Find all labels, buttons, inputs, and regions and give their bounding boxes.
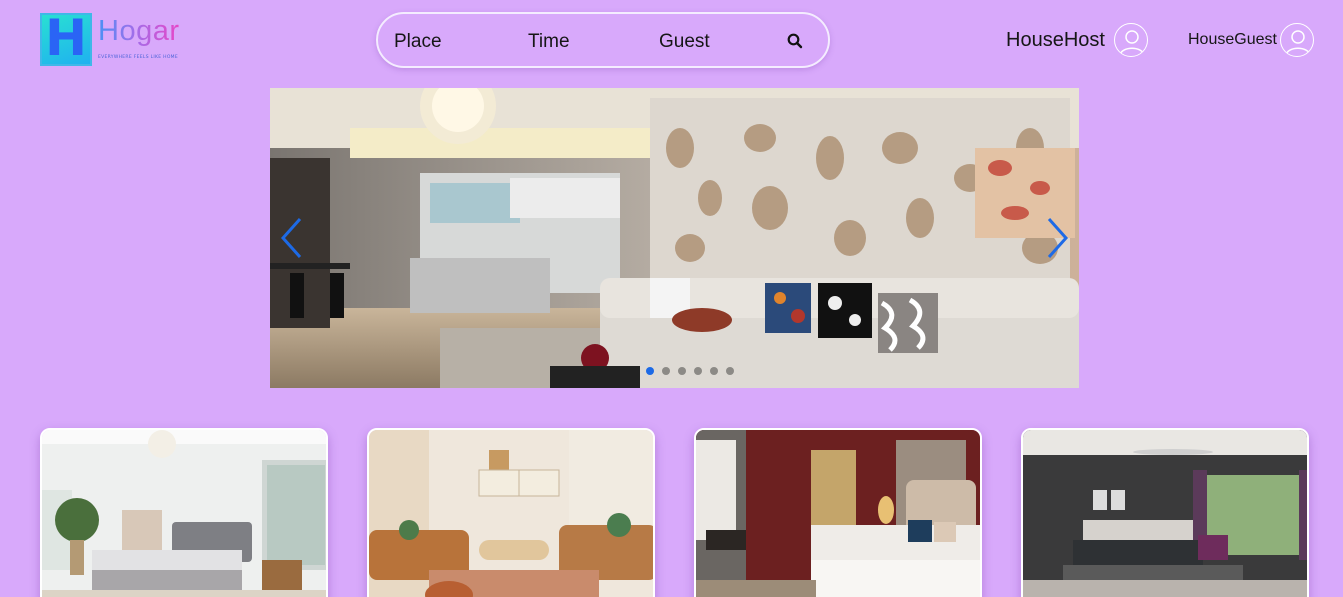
carousel-dot[interactable] <box>662 367 670 375</box>
houseguest-label: HouseGuest <box>1188 31 1277 48</box>
listing-image <box>42 430 326 597</box>
search-guest-field[interactable]: Guest <box>659 31 710 53</box>
user-avatar-icon[interactable] <box>1113 23 1148 57</box>
search-time-field[interactable]: Time <box>528 31 570 53</box>
carousel-next-button[interactable] <box>1043 216 1071 260</box>
chevron-right-icon <box>1047 217 1069 259</box>
listing-card[interactable] <box>1021 428 1309 597</box>
houseguest-link[interactable]: HouseGuest <box>1188 23 1314 57</box>
carousel-pagination <box>646 367 734 375</box>
carousel-dot[interactable] <box>726 367 734 375</box>
carousel-dot[interactable] <box>646 367 654 375</box>
carousel-dot[interactable] <box>710 367 718 375</box>
househost-label: HouseHost <box>1006 28 1105 51</box>
search-icon <box>787 33 803 49</box>
logo-letter: H <box>45 9 87 67</box>
logo-mark: H <box>40 9 92 67</box>
user-avatar-icon[interactable] <box>1279 23 1314 57</box>
search-button[interactable] <box>786 32 804 50</box>
househost-link[interactable]: HouseHost <box>1006 23 1148 57</box>
brand-tagline: EVERYWHERE FEELS LIKE HOME <box>98 55 179 60</box>
search-place-field[interactable]: Place <box>394 31 442 53</box>
carousel-dot[interactable] <box>694 367 702 375</box>
search-bar: Place Time Guest <box>376 12 830 68</box>
listing-image <box>1023 430 1307 597</box>
listing-card[interactable] <box>40 428 328 597</box>
carousel-prev-button[interactable] <box>278 216 306 260</box>
listing-image <box>369 430 653 597</box>
hogar-logo[interactable]: H Hogar EVERYWHERE FEELS LIKE HOME <box>40 9 200 67</box>
listing-card[interactable] <box>367 428 655 597</box>
carousel-slide-image <box>270 88 1079 388</box>
carousel-dot[interactable] <box>678 367 686 375</box>
listing-image <box>696 430 980 597</box>
brand-name: Hogar <box>98 15 180 47</box>
chevron-left-icon <box>280 217 302 259</box>
listing-card[interactable] <box>694 428 982 597</box>
hero-carousel[interactable] <box>270 88 1079 388</box>
